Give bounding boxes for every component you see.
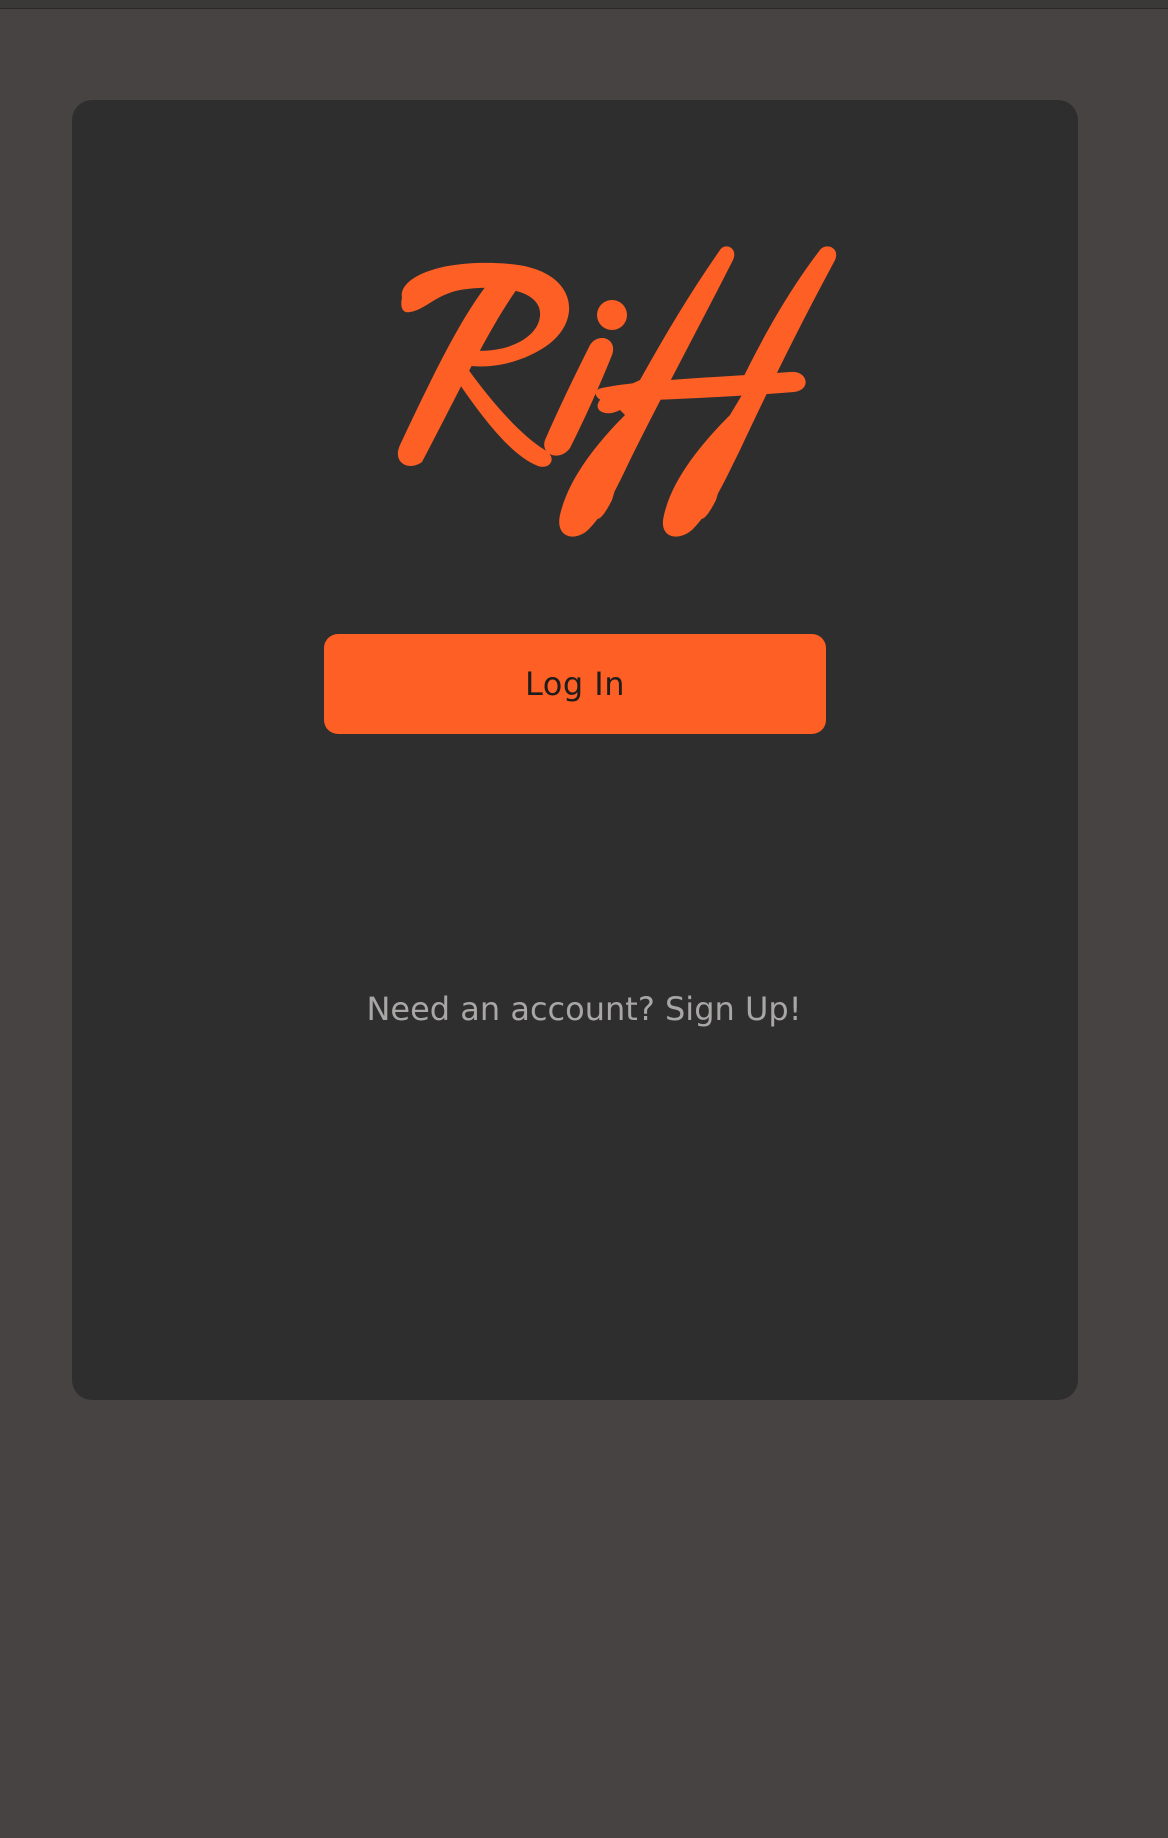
top-border [0,0,1168,9]
sign-up-link[interactable]: Sign Up! [665,990,802,1028]
log-in-button[interactable]: Log In [324,634,826,734]
signup-prompt-text: Need an account? [366,990,655,1028]
riff-logo [380,240,860,560]
riff-logo-graphic [397,246,837,537]
signup-prompt: Need an account? Sign Up! [0,990,1168,1028]
